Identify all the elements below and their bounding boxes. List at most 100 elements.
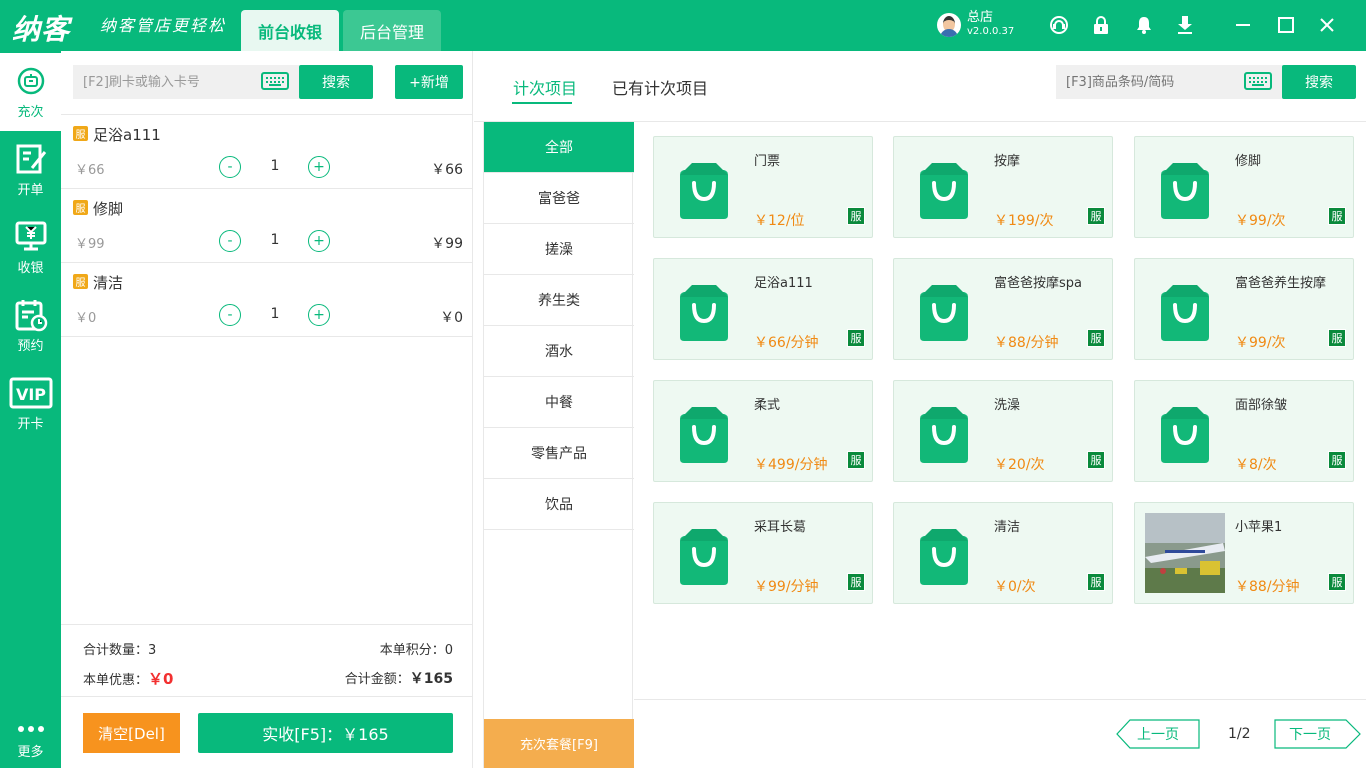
keyboard-icon[interactable] <box>1244 72 1272 94</box>
category-item[interactable]: 饮品 <box>484 479 634 530</box>
page-indicator: 1/2 <box>1228 726 1251 742</box>
tab-front-cashier[interactable]: 前台收银 <box>241 10 339 51</box>
quantity-decrease-button[interactable]: - <box>219 304 241 326</box>
download-icon[interactable] <box>1174 14 1196 36</box>
product-name: 按摩 <box>994 154 1021 169</box>
quantity-value[interactable]: 1 <box>261 232 289 248</box>
category-item[interactable]: 富爸爸 <box>484 173 634 224</box>
quantity-increase-button[interactable]: + <box>308 304 330 326</box>
cart-item[interactable]: 服 清洁 ￥0 - 1 + ￥0 <box>61 263 473 337</box>
product-card[interactable]: 采耳长葛 ￥99/分钟 服 <box>653 502 873 604</box>
nav-item-open-order[interactable]: 开单 <box>0 131 61 209</box>
minimize-icon[interactable] <box>1232 14 1254 36</box>
product-card[interactable]: 柔式 ￥499/分钟 服 <box>653 380 873 482</box>
category-item[interactable]: 养生类 <box>484 275 634 326</box>
total-quantity-label: 合计数量： <box>83 643 149 658</box>
divider <box>634 699 1366 700</box>
tab-existing-count-items[interactable]: 已有计次项目 <box>612 75 708 99</box>
service-badge: 服 <box>1328 329 1346 347</box>
service-badge: 服 <box>1328 451 1346 469</box>
product-price: ￥88/分钟 <box>1235 579 1300 595</box>
prev-page-button[interactable]: 上一页 <box>1116 719 1200 749</box>
product-name: 采耳长葛 <box>754 520 807 535</box>
product-card[interactable]: 修脚 ￥99/次 服 <box>1134 136 1354 238</box>
total-quantity: 合计数量：3 <box>83 639 156 658</box>
product-price: ￥199/次 <box>994 213 1054 229</box>
nav-item-appointment[interactable]: 预约 <box>0 287 61 365</box>
product-photo <box>1145 513 1225 593</box>
active-tab-indicator <box>512 102 572 104</box>
quantity-value[interactable]: 1 <box>261 306 289 322</box>
category-item[interactable]: 搓澡 <box>484 224 634 275</box>
service-badge: 服 <box>847 207 865 225</box>
cart-item[interactable]: 服 修脚 ￥99 - 1 + ￥99 <box>61 189 473 263</box>
maximize-icon[interactable] <box>1275 14 1297 36</box>
user-menu[interactable]: 总店 v2.0.0.37 <box>937 11 1014 39</box>
category-item[interactable]: 中餐 <box>484 377 634 428</box>
order-total: 合计金额：￥165 <box>345 668 453 689</box>
next-page-button[interactable]: 下一页 <box>1274 719 1361 749</box>
keyboard-icon[interactable] <box>261 72 289 94</box>
app-version: v2.0.0.37 <box>967 26 1015 37</box>
item-total: ￥99 <box>431 236 463 252</box>
tab-back-office[interactable]: 后台管理 <box>343 10 441 51</box>
order-total-value: ￥165 <box>409 671 453 687</box>
service-badge: 服 <box>1087 451 1105 469</box>
recharge-icon <box>16 63 46 99</box>
product-card[interactable]: 小苹果1 ￥88/分钟 服 <box>1134 502 1354 604</box>
checkout-button[interactable]: 实收[F5]：￥165 <box>198 713 453 753</box>
product-price: ￥20/次 <box>994 457 1045 473</box>
product-card[interactable]: 洗澡 ￥20/次 服 <box>893 380 1113 482</box>
recharge-package-button[interactable]: 充次套餐[F9] <box>484 719 634 768</box>
product-card[interactable]: 面部徐皱 ￥8/次 服 <box>1134 380 1354 482</box>
product-card[interactable]: 按摩 ￥199/次 服 <box>893 136 1113 238</box>
shopping-bag-icon <box>1157 161 1213 223</box>
quantity-increase-button[interactable]: + <box>308 230 330 252</box>
add-member-button[interactable]: +新增 <box>395 65 463 99</box>
cashier-icon <box>14 219 48 255</box>
shopping-bag-icon <box>916 161 972 223</box>
member-search-button[interactable]: 搜索 <box>299 65 373 99</box>
nav-item-recharge-times[interactable]: 充次 <box>0 53 61 131</box>
support-icon[interactable] <box>1048 14 1070 36</box>
shopping-bag-icon <box>1157 405 1213 467</box>
nav-item-open-card[interactable]: VIP 开卡 <box>0 365 61 443</box>
product-card[interactable]: 足浴a111 ￥66/分钟 服 <box>653 258 873 360</box>
quantity-value[interactable]: 1 <box>261 158 289 174</box>
cart-item[interactable]: 服 足浴a111 ￥66 - 1 + ￥66 <box>61 115 473 189</box>
item-name: 清洁 <box>93 274 124 292</box>
quantity-decrease-button[interactable]: - <box>219 156 241 178</box>
order-discount-label: 本单优惠： <box>83 673 149 688</box>
quantity-increase-button[interactable]: + <box>308 156 330 178</box>
edit-icon <box>14 141 48 177</box>
product-card[interactable]: 门票 ￥12/位 服 <box>653 136 873 238</box>
tab-count-items[interactable]: 计次项目 <box>513 75 577 99</box>
category-list: 全部 富爸爸 搓澡 养生类 酒水 中餐 零售产品 饮品 充次套餐[F9] <box>483 122 634 768</box>
close-icon[interactable] <box>1316 14 1338 36</box>
next-page-label: 下一页 <box>1289 727 1331 743</box>
product-card[interactable]: 清洁 ￥0/次 服 <box>893 502 1113 604</box>
product-price: ￥12/位 <box>754 213 805 229</box>
bell-icon[interactable] <box>1133 14 1155 36</box>
category-item[interactable]: 酒水 <box>484 326 634 377</box>
clear-button[interactable]: 清空[Del] <box>83 713 180 753</box>
category-item[interactable]: 零售产品 <box>484 428 634 479</box>
app-logo: 纳客 <box>12 13 71 46</box>
service-badge: 服 <box>1087 207 1105 225</box>
product-price: ￥99/分钟 <box>754 579 819 595</box>
cart-panel: 搜索 +新增 服 足浴a111 ￥66 - 1 + ￥66 服 修脚 ￥99 -… <box>61 51 473 768</box>
product-price: ￥0/次 <box>994 579 1036 595</box>
order-summary: 合计数量：3 本单积分：0 本单优惠：￥0 合计金额：￥165 <box>61 624 473 697</box>
shopping-bag-icon <box>676 283 732 345</box>
service-badge: 服 <box>1328 207 1346 225</box>
nav-item-more[interactable]: 更多 <box>0 715 61 767</box>
quantity-decrease-button[interactable]: - <box>219 230 241 252</box>
product-name: 面部徐皱 <box>1235 398 1288 413</box>
nav-item-cashier[interactable]: 收银 <box>0 209 61 287</box>
lock-icon[interactable] <box>1090 14 1112 36</box>
product-card[interactable]: 富爸爸按摩spa ￥88/分钟 服 <box>893 258 1113 360</box>
product-card[interactable]: 富爸爸养生按摩 ￥99/次 服 <box>1134 258 1354 360</box>
product-search-button[interactable]: 搜索 <box>1282 65 1356 99</box>
service-badge: 服 <box>847 573 865 591</box>
category-item-all[interactable]: 全部 <box>484 122 634 173</box>
